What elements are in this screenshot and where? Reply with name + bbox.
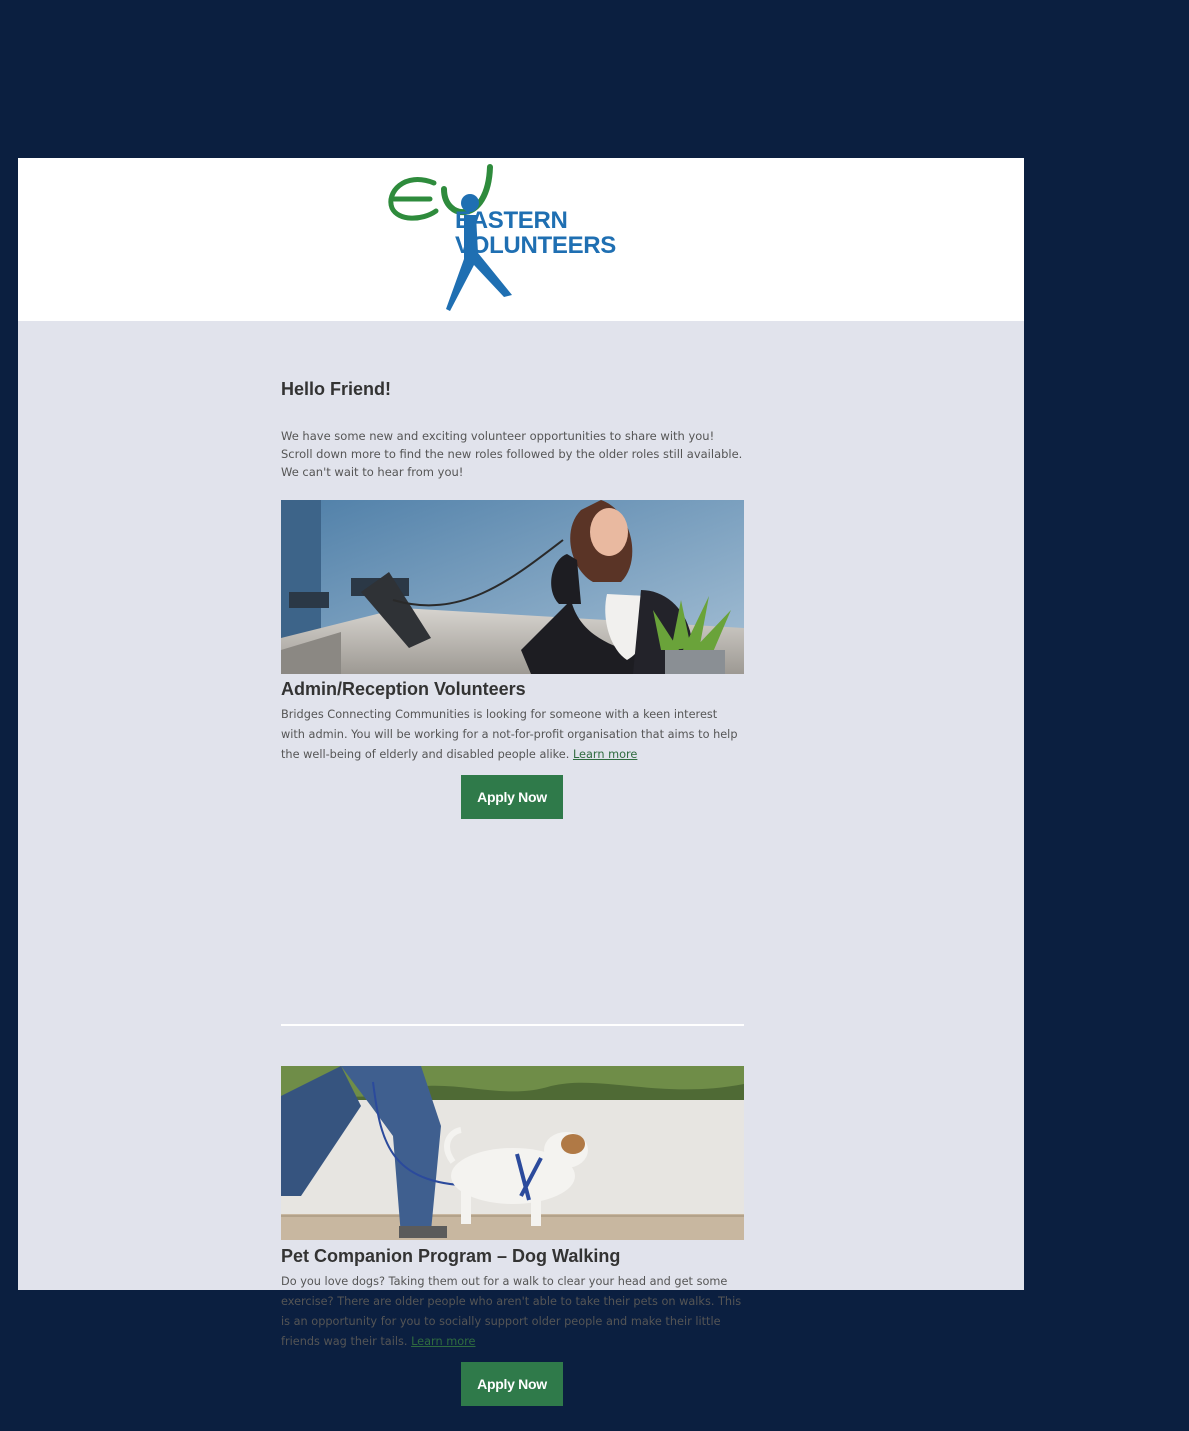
intro-paragraph: We have some new and exciting volunteer …: [281, 429, 743, 479]
learn-more-link[interactable]: Learn more: [573, 748, 637, 761]
receptionist-on-phone-photo: [281, 500, 744, 674]
role-description: Bridges Connecting Communities is lookin…: [281, 705, 744, 765]
role-title: Pet Companion Program – Dog Walking: [281, 1246, 621, 1266]
role-description-text: Do you love dogs? Taking them out for a …: [281, 1275, 742, 1348]
learn-more-link[interactable]: Learn more: [411, 1335, 475, 1348]
dog-walking-photo: [281, 1066, 744, 1240]
section-divider: [281, 1024, 744, 1026]
logo-wordmark: EASTERN VOLUNTEERS: [455, 208, 616, 258]
role-description: Do you love dogs? Taking them out for a …: [281, 1272, 744, 1352]
apply-now-button[interactable]: Apply Now: [461, 775, 563, 819]
logo-line-2: VOLUNTEERS: [455, 232, 617, 259]
greeting-heading: Hello Friend!: [281, 379, 392, 399]
email-header: EASTERN VOLUNTEERS: [18, 158, 1024, 321]
apply-now-button[interactable]: Apply Now: [461, 1362, 563, 1406]
logo-line-1: EASTERN: [455, 207, 568, 234]
email-container: EASTERN VOLUNTEERS Hello Friend! We have…: [18, 158, 1024, 1406]
role-description-text: Bridges Connecting Communities is lookin…: [281, 708, 738, 761]
role-title: Admin/Reception Volunteers: [281, 679, 526, 699]
eastern-volunteers-logo[interactable]: EASTERN VOLUNTEERS: [384, 163, 664, 315]
